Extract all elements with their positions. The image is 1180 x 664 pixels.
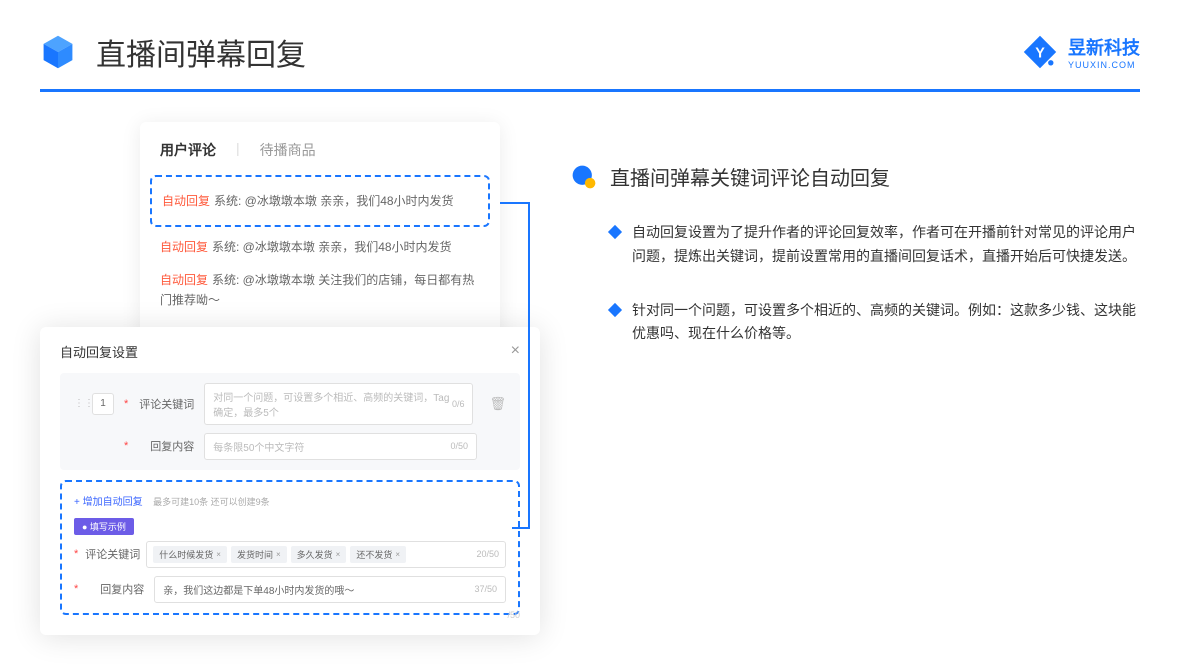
auto-reply-tag: 自动回复 — [162, 194, 210, 208]
ex-content-label: 回复内容 — [88, 581, 144, 597]
page-header: 直播间弹幕回复 Y 昱新科技 YUUXIN.COM — [0, 0, 1180, 89]
ex-content-input[interactable]: 亲，我们这边都是下单48小时内发货的哦～ 37/50 — [154, 576, 506, 603]
required-star: * — [124, 398, 128, 410]
diamond-icon — [608, 225, 622, 239]
auto-reply-tag: 自动回复 — [160, 240, 208, 254]
auto-reply-settings-modal: 自动回复设置 × ⋮⋮ 1 * 评论关键词 对同一个问题，可设置多个相近、高频的… — [40, 327, 540, 635]
content-placeholder: 每条限50个中文字符 — [213, 439, 304, 454]
section-header: 直播间弹幕关键词评论自动回复 — [570, 162, 1140, 191]
comment-item: 自动回复系统: @冰墩墩本墩 关注我们的店铺，每日都有热门推荐呦～ — [160, 264, 480, 317]
example-badge: ● 填写示例 — [74, 518, 134, 535]
header-divider — [40, 89, 1140, 92]
comment-text: 系统: @冰墩墩本墩 亲亲，我们48小时内发货 — [214, 194, 454, 208]
cube-icon — [40, 34, 76, 70]
add-hint: 最多可建10条 还可以创建9条 — [153, 497, 270, 507]
left-column: 用户评论 | 待播商品 自动回复系统: @冰墩墩本墩 亲亲，我们48小时内发货 … — [40, 122, 540, 635]
bullet-item: 自动回复设置为了提升作者的评论回复效率，作者可在开播前针对常见的评论用户问题，提… — [570, 221, 1140, 269]
example-section: + 增加自动回复 最多可建10条 还可以创建9条 ● 填写示例 * 评论关键词 … — [60, 480, 520, 615]
order-number: 1 — [92, 393, 114, 415]
brand-name: 昱新科技 — [1068, 34, 1140, 60]
comments-panel: 用户评论 | 待播商品 自动回复系统: @冰墩墩本墩 亲亲，我们48小时内发货 … — [140, 122, 500, 347]
bullet-item: 针对同一个问题，可设置多个相近的、高频的关键词。例如：这款多少钱、这块能优惠吗、… — [570, 299, 1140, 347]
ghost-counter: /50 — [507, 610, 520, 620]
comment-tabs: 用户评论 | 待播商品 — [160, 140, 480, 160]
content-counter: 0/50 — [450, 441, 468, 451]
brand-logo: Y 昱新科技 YUUXIN.COM — [1022, 34, 1140, 70]
svg-text:Y: Y — [1035, 45, 1045, 61]
keyword-counter: 0/6 — [452, 399, 465, 409]
tab-pending-goods[interactable]: 待播商品 — [260, 140, 316, 160]
connector-line — [512, 527, 530, 529]
ex-keyword-input[interactable]: 什么时候发货×发货时间×多久发货×还不发货× 20/50 — [146, 541, 506, 568]
required-star: * — [74, 583, 78, 595]
keyword-placeholder: 对同一个问题，可设置多个相近、高频的关键词，Tag确定，最多5个 — [213, 389, 452, 419]
close-icon[interactable]: × — [511, 342, 520, 360]
modal-title: 自动回复设置 — [60, 342, 138, 361]
auto-reply-tag: 自动回复 — [160, 273, 208, 287]
ex-keyword-label: 评论关键词 — [84, 546, 140, 562]
chat-bubble-icon — [570, 163, 598, 191]
comment-item: 自动回复系统: @冰墩墩本墩 亲亲，我们48小时内发货 — [160, 231, 480, 263]
tag-chips-wrap: 什么时候发货×发货时间×多久发货×还不发货× — [153, 546, 408, 563]
add-auto-reply-link[interactable]: + 增加自动回复 — [74, 497, 143, 508]
drag-handle-icon[interactable]: ⋮⋮ — [74, 398, 82, 409]
highlighted-comment: 自动回复系统: @冰墩墩本墩 亲亲，我们48小时内发货 — [150, 175, 490, 227]
keyword-tag[interactable]: 发货时间× — [231, 546, 287, 563]
keyword-tag[interactable]: 什么时候发货× — [153, 546, 227, 563]
bullet-text: 自动回复设置为了提升作者的评论回复效率，作者可在开播前针对常见的评论用户问题，提… — [632, 221, 1140, 269]
keyword-tag[interactable]: 还不发货× — [350, 546, 406, 563]
brand-subtitle: YUUXIN.COM — [1068, 60, 1140, 70]
keyword-tag[interactable]: 多久发货× — [291, 546, 347, 563]
content-input[interactable]: 每条限50个中文字符 0/50 — [204, 433, 477, 460]
ex-content-counter: 37/50 — [474, 584, 497, 594]
required-star: * — [124, 440, 128, 452]
brand-icon: Y — [1022, 34, 1058, 70]
right-column: 直播间弹幕关键词评论自动回复 自动回复设置为了提升作者的评论回复效率，作者可在开… — [570, 122, 1140, 635]
ex-keyword-counter: 20/50 — [476, 549, 499, 559]
required-star: * — [74, 548, 78, 560]
diamond-icon — [608, 303, 622, 317]
connector-line — [500, 202, 530, 204]
tab-divider: | — [236, 140, 240, 160]
comment-text: 系统: @冰墩墩本墩 亲亲，我们48小时内发货 — [212, 240, 452, 254]
trash-icon[interactable]: 🗑 — [489, 396, 506, 412]
form-group-1: ⋮⋮ 1 * 评论关键词 对同一个问题，可设置多个相近、高频的关键词，Tag确定… — [60, 373, 520, 470]
section-title: 直播间弹幕关键词评论自动回复 — [610, 162, 890, 191]
content-label: 回复内容 — [138, 438, 194, 454]
comment-item: 自动回复系统: @冰墩墩本墩 亲亲，我们48小时内发货 — [162, 185, 478, 217]
page-title: 直播间弹幕回复 — [96, 30, 306, 74]
connector-line — [528, 202, 530, 527]
bullet-text: 针对同一个问题，可设置多个相近的、高频的关键词。例如：这款多少钱、这块能优惠吗、… — [632, 299, 1140, 347]
keyword-input[interactable]: 对同一个问题，可设置多个相近、高频的关键词，Tag确定，最多5个 0/6 — [204, 383, 473, 425]
keyword-label: 评论关键词 — [138, 396, 194, 412]
ex-content-text: 亲，我们这边都是下单48小时内发货的哦～ — [163, 582, 354, 597]
tab-user-comments[interactable]: 用户评论 — [160, 140, 216, 160]
